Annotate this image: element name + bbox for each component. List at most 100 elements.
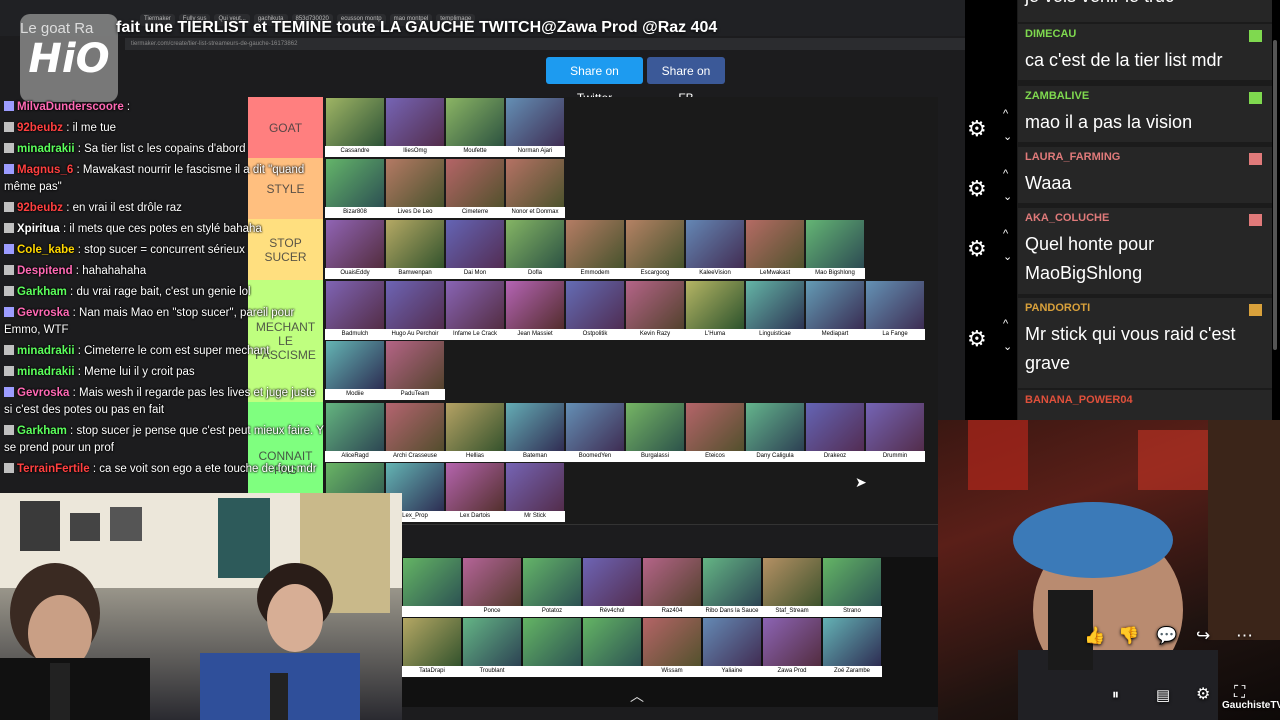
tier-item[interactable]: Drakeoz (805, 402, 865, 462)
tier-item[interactable]: Rév4chol (582, 557, 642, 617)
tier-item[interactable]: Moufette (445, 97, 505, 157)
live-chat-username[interactable]: PANDOROTI (1025, 302, 1090, 314)
chat-username[interactable]: TerrainFertile (17, 463, 90, 475)
chat-username[interactable]: Cole_kabe (17, 244, 75, 256)
chat-username[interactable]: Gevroska (17, 387, 69, 399)
chat-username[interactable]: Magnus_6 (17, 164, 73, 176)
live-chat-username[interactable]: AKA_COLUCHE (1025, 212, 1109, 224)
tier-item[interactable]: Hugo Au Perchoir (385, 280, 445, 340)
tier-item[interactable]: Infame Le Crack (445, 280, 505, 340)
share-facebook-button[interactable]: Share on FB (647, 57, 725, 105)
tier-item[interactable]: La Fange (865, 280, 925, 340)
tier-item[interactable]: Bamwenpan (385, 219, 445, 279)
tier-item[interactable]: Ribo Dans la Sauce (702, 557, 762, 617)
tier-item[interactable]: Archi Crasseuse (385, 402, 445, 462)
tier-item[interactable]: Linguisticae (745, 280, 805, 340)
tier-item[interactable]: LeMwakast (745, 219, 805, 279)
chat-username[interactable]: Gevroska (17, 307, 69, 319)
tier-item[interactable]: IliesOmg (385, 97, 445, 157)
tier-item[interactable]: AliceRagd (325, 402, 385, 462)
tier-item[interactable]: Yaliaine (702, 617, 762, 677)
tier-item[interactable]: Modiie (325, 340, 385, 400)
chat-username[interactable]: 92beubz (17, 202, 63, 214)
tier-item[interactable]: Troublant (462, 617, 522, 677)
tier-item[interactable]: Zawa Prod (762, 617, 822, 677)
gear-icon[interactable]: ⚙ (967, 326, 987, 352)
share-icon[interactable]: ↪ (1196, 626, 1210, 646)
tier-item[interactable]: Mr Stick (505, 462, 565, 522)
tier-item[interactable]: Wissam (642, 617, 702, 677)
chevron-down-icon[interactable]: ⌄ (1003, 130, 1012, 143)
chat-username[interactable]: minadrakii (17, 345, 75, 357)
tier-item[interactable]: Zoé Zarambe (822, 617, 882, 677)
tier-item[interactable]: Lives De Leo (385, 158, 445, 218)
tier-item[interactable]: Drummin (865, 402, 925, 462)
tier-item[interactable]: Staf_Stream (762, 557, 822, 617)
chat-username[interactable]: Garkham (17, 425, 67, 437)
like-icon[interactable]: 👍 (1084, 626, 1105, 646)
live-chat-username[interactable]: DIMECAU (1025, 28, 1076, 40)
tier-item[interactable] (402, 557, 462, 617)
pause-icon[interactable]: ⏸ (1112, 686, 1119, 703)
tier-item[interactable]: Dai Mon (445, 219, 505, 279)
tier-item[interactable]: Mediapart (805, 280, 865, 340)
tier-item[interactable]: Mao Bigshlong (805, 219, 865, 279)
tier-item[interactable]: Cassandre (325, 97, 385, 157)
live-chat-username[interactable]: BANANA_POWER04 (1025, 394, 1133, 406)
tier-item[interactable]: Lex Dartois (445, 462, 505, 522)
gear-icon[interactable]: ⚙ (967, 176, 987, 202)
tier-item[interactable]: Dofla (505, 219, 565, 279)
tier-item[interactable]: KaleeVision (685, 219, 745, 279)
comment-icon[interactable]: 💬 (1156, 626, 1177, 646)
address-bar[interactable]: tiermaker.com/create/tier-list-streameur… (125, 38, 971, 50)
chevron-down-icon[interactable]: ⌄ (1003, 340, 1012, 353)
share-twitter-button[interactable]: Share on Twitter (546, 57, 643, 105)
tier-item[interactable]: OuaisEddy (325, 219, 385, 279)
tier-item[interactable]: Burgalassi (625, 402, 685, 462)
tier-item[interactable]: BoomedYen (565, 402, 625, 462)
more-icon[interactable]: ⋯ (1236, 626, 1253, 646)
tier-item[interactable]: Norman Ajari (505, 97, 565, 157)
chevron-down-icon[interactable]: ⌄ (1003, 250, 1012, 263)
tier-item[interactable]: Escargoog (625, 219, 685, 279)
tier-item[interactable]: Badmulch (325, 280, 385, 340)
chat-scrollbar[interactable] (1273, 40, 1277, 350)
gear-icon[interactable]: ⚙ (967, 116, 987, 142)
chevron-up-icon[interactable]: ^ (1003, 168, 1008, 180)
tier-item[interactable]: PaduTeam (385, 340, 445, 400)
tier-item[interactable]: Kevin Razy (625, 280, 685, 340)
tier-item[interactable]: Eteicos (685, 402, 745, 462)
tier-item[interactable] (582, 617, 642, 677)
chevron-down-icon[interactable]: ⌄ (1003, 190, 1012, 203)
chevron-up-icon[interactable]: ^ (1003, 108, 1008, 120)
dislike-icon[interactable]: 👎 (1118, 626, 1139, 646)
chat-username[interactable]: 92beubz (17, 122, 63, 134)
tier-item[interactable]: Bizar808 (325, 158, 385, 218)
captions-icon[interactable]: ▤ (1156, 686, 1170, 704)
live-chat-username[interactable]: ZAMBALIVE (1025, 90, 1089, 102)
tier-item[interactable]: L'Huma (685, 280, 745, 340)
tier-item[interactable]: Emmodem (565, 219, 625, 279)
tier-item[interactable]: TataDrapi (402, 617, 462, 677)
chat-username[interactable]: Garkham (17, 286, 67, 298)
chevron-up-icon[interactable]: ^ (1003, 318, 1008, 330)
chevron-up-icon[interactable]: ^ (1003, 228, 1008, 240)
chat-username[interactable]: minadrakii (17, 366, 75, 378)
tier-item[interactable]: Ponce (462, 557, 522, 617)
tier-item[interactable]: Potatoz (522, 557, 582, 617)
tier-item[interactable]: Cimeterre (445, 158, 505, 218)
tier-item[interactable]: Nonor et Donmax (505, 158, 565, 218)
tier-item[interactable]: Bateman (505, 402, 565, 462)
gear-icon[interactable]: ⚙ (967, 236, 987, 262)
chat-username[interactable]: MilvaDunderscoore (17, 101, 124, 113)
chat-username[interactable]: Xpiritua (17, 223, 60, 235)
tier-item[interactable]: Jean Massiet (505, 280, 565, 340)
settings-icon[interactable]: ⚙ (1196, 684, 1210, 704)
tier-item[interactable]: Raz404 (642, 557, 702, 617)
tier-item[interactable]: Strano (822, 557, 882, 617)
tier-item[interactable]: Ostpolitik (565, 280, 625, 340)
tier-item[interactable] (522, 617, 582, 677)
collapse-up-icon[interactable]: ︿ (630, 686, 644, 706)
chat-username[interactable]: Despitend (17, 265, 73, 277)
chat-username[interactable]: minadrakii (17, 143, 75, 155)
